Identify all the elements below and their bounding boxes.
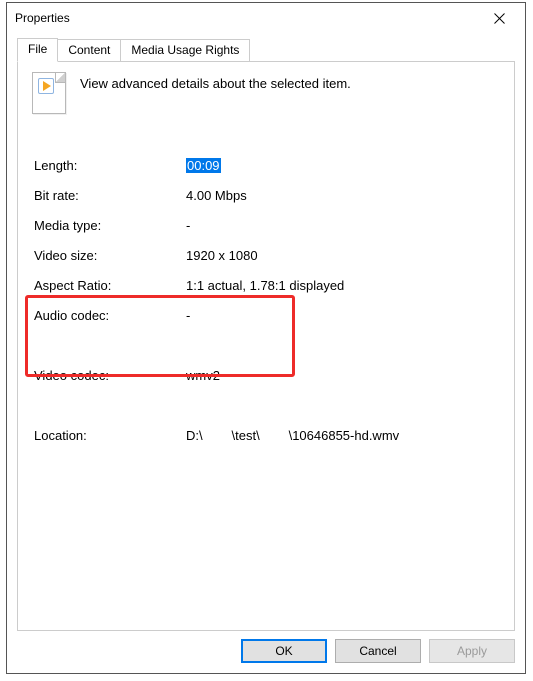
mediatype-value: -	[186, 218, 498, 233]
videocodec-value: wmv2	[186, 368, 498, 383]
videocodec-label: Video codec:	[34, 368, 186, 383]
tabs: File Content Media Usage Rights	[17, 37, 515, 61]
audiocodec-label: Audio codec:	[34, 308, 186, 323]
dialog-buttons: OK Cancel Apply	[17, 631, 515, 663]
bitrate-value: 4.00 Mbps	[186, 188, 498, 203]
play-icon	[38, 78, 54, 94]
mediatype-label: Media type:	[34, 218, 186, 233]
close-icon	[494, 13, 505, 24]
tab-media-usage-rights[interactable]: Media Usage Rights	[120, 39, 250, 61]
tab-content[interactable]: Content	[57, 39, 121, 61]
intro-text: View advanced details about the selected…	[80, 72, 351, 91]
length-value: 00:09	[186, 158, 498, 173]
videosize-value: 1920 x 1080	[186, 248, 498, 263]
tab-panel-file: View advanced details about the selected…	[17, 61, 515, 631]
ok-button[interactable]: OK	[241, 639, 327, 663]
location-value: D:\ \test\ \10646855-hd.wmv	[186, 428, 498, 443]
content-area: File Content Media Usage Rights View adv…	[7, 33, 525, 673]
aspect-value: 1:1 actual, 1.78:1 displayed	[186, 278, 498, 293]
media-file-icon	[32, 72, 66, 114]
properties-dialog: Properties File Content Media Usage Righ…	[6, 2, 526, 674]
cancel-button[interactable]: Cancel	[335, 639, 421, 663]
length-label: Length:	[34, 158, 186, 173]
location-label: Location:	[34, 428, 186, 443]
apply-button: Apply	[429, 639, 515, 663]
close-button[interactable]	[477, 4, 521, 32]
bitrate-label: Bit rate:	[34, 188, 186, 203]
audiocodec-value: -	[186, 308, 498, 323]
titlebar: Properties	[7, 3, 525, 33]
properties-list: Length: 00:09 Bit rate: 4.00 Mbps Media …	[30, 130, 502, 450]
videosize-label: Video size:	[34, 248, 186, 263]
aspect-label: Aspect Ratio:	[34, 278, 186, 293]
tab-file[interactable]: File	[17, 38, 58, 62]
window-title: Properties	[15, 11, 477, 25]
